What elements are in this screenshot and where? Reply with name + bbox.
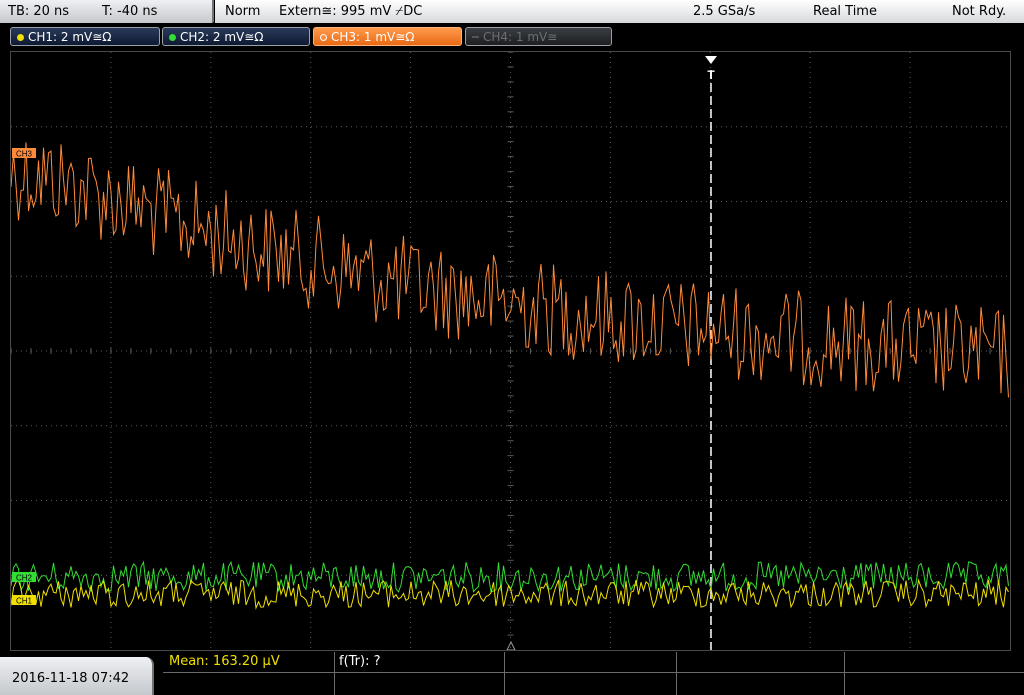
trigger-time-label: T: -40 ns <box>102 4 158 19</box>
ch3-trace <box>11 142 1009 398</box>
measurement-panel[interactable]: Mean: 163.20 µV f(Tr): ? <box>163 652 1024 695</box>
trigger-arrow-icon <box>705 56 717 64</box>
meas-cell-5[interactable] <box>845 652 1024 673</box>
top-status-bar: TB: 20 ns T: -40 ns Norm Extern≅: 995 mV… <box>0 0 1024 25</box>
meas-cell-6[interactable] <box>163 673 335 695</box>
sample-rate-label: 2.5 GSa/s <box>693 4 756 19</box>
timebase-box[interactable]: TB: 20 ns T: -40 ns <box>0 0 214 23</box>
waveform-svg: T CH3 CH2 CH1 <box>11 52 1010 650</box>
ch2-level-marker[interactable]: CH2 <box>12 572 36 583</box>
meas-cell-4[interactable] <box>677 652 845 673</box>
ready-status-label: Not Rdy. <box>952 4 1007 19</box>
mode-label: Real Time <box>813 4 877 19</box>
bottom-bar: 2016-11-18 07:42 Mean: 163.20 µV f(Tr): … <box>0 651 1024 695</box>
meas-cell-10[interactable] <box>845 673 1024 695</box>
meas-cell-8[interactable] <box>505 673 677 695</box>
meas-cell-7[interactable] <box>335 673 505 695</box>
ch2-indicator-icon <box>169 34 176 41</box>
ch3-tab-label: CH3: 1 mV≅Ω <box>331 30 415 44</box>
trigger-source-label: Extern≅: 995 mV ⌿DC <box>279 4 423 19</box>
time-reference-icon <box>506 640 516 650</box>
channel-tab-ch1[interactable]: CH1: 2 mV≅Ω <box>10 27 160 46</box>
ch2-tab-label: CH2: 2 mV≅Ω <box>180 30 264 44</box>
ch1-level-marker[interactable]: CH1 <box>12 595 36 606</box>
ch1-trace <box>11 578 1009 610</box>
ch4-tab-label: CH4: 1 mV≅ <box>483 30 558 44</box>
ch1-tab-label: CH1: 2 mV≅Ω <box>28 30 112 44</box>
channel-tab-ch4[interactable]: CH4: 1 mV≅ <box>465 27 612 46</box>
ch4-indicator-icon <box>472 36 479 38</box>
graticule <box>11 52 1010 650</box>
trigger-marker-label: T <box>707 68 715 82</box>
timebase-label: TB: 20 ns <box>8 4 70 19</box>
channel-tab-ch2[interactable]: CH2: 2 mV≅Ω <box>162 27 310 46</box>
acq-mode-label: Norm <box>225 4 261 19</box>
ftr-measurement: f(Tr): ? <box>339 654 381 669</box>
waveform-display[interactable]: T CH3 CH2 CH1 <box>10 51 1011 651</box>
ch3-indicator-icon <box>320 34 327 41</box>
acquisition-strip[interactable]: Norm Extern≅: 995 mV ⌿DC 2.5 GSa/s Real … <box>215 0 1024 23</box>
ch3-marker-label: CH3 <box>16 150 33 159</box>
ch1-marker-label: CH1 <box>16 597 33 606</box>
datetime-label: 2016-11-18 07:42 <box>12 671 130 686</box>
mean-measurement: Mean: 163.20 µV <box>169 654 280 669</box>
ch1-indicator-icon <box>17 34 24 41</box>
ch3-level-marker[interactable]: CH3 <box>12 148 36 159</box>
ch2-marker-label: CH2 <box>16 574 33 583</box>
channel-bar: CH1: 2 mV≅Ω CH2: 2 mV≅Ω CH3: 1 mV≅Ω CH4:… <box>0 25 1024 49</box>
channel-tab-ch3[interactable]: CH3: 1 mV≅Ω <box>313 27 462 46</box>
meas-cell-9[interactable] <box>677 673 845 695</box>
datetime-box: 2016-11-18 07:42 <box>0 657 154 695</box>
meas-cell-3[interactable] <box>505 652 677 673</box>
